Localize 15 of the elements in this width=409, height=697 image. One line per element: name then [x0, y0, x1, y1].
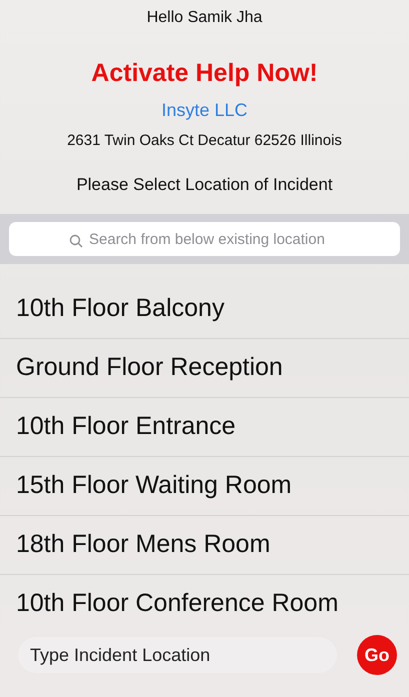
- prompt-text: Please Select Location of Incident: [76, 175, 333, 195]
- location-item[interactable]: 10th Floor Balcony: [0, 280, 409, 339]
- search-icon: [69, 234, 83, 248]
- company-name: Insyte LLC: [161, 100, 248, 121]
- address-text: 2631 Twin Oaks Ct Decatur 62526 Illinois: [67, 132, 342, 149]
- location-item[interactable]: 18th Floor Mens Room: [0, 516, 409, 575]
- alert-title: Activate Help Now!: [91, 59, 318, 88]
- location-item[interactable]: 10th Floor Entrance: [0, 398, 409, 457]
- location-item[interactable]: Ground Floor Reception: [0, 339, 409, 398]
- go-button[interactable]: Go: [357, 635, 397, 675]
- greeting-text: Hello Samik Jha: [146, 9, 262, 27]
- search-field[interactable]: Search from below existing location: [9, 222, 400, 256]
- location-input[interactable]: Type Incident Location: [18, 637, 337, 673]
- location-item[interactable]: 15th Floor Waiting Room: [0, 457, 409, 516]
- location-item[interactable]: 10th Floor Conference Room: [0, 575, 409, 633]
